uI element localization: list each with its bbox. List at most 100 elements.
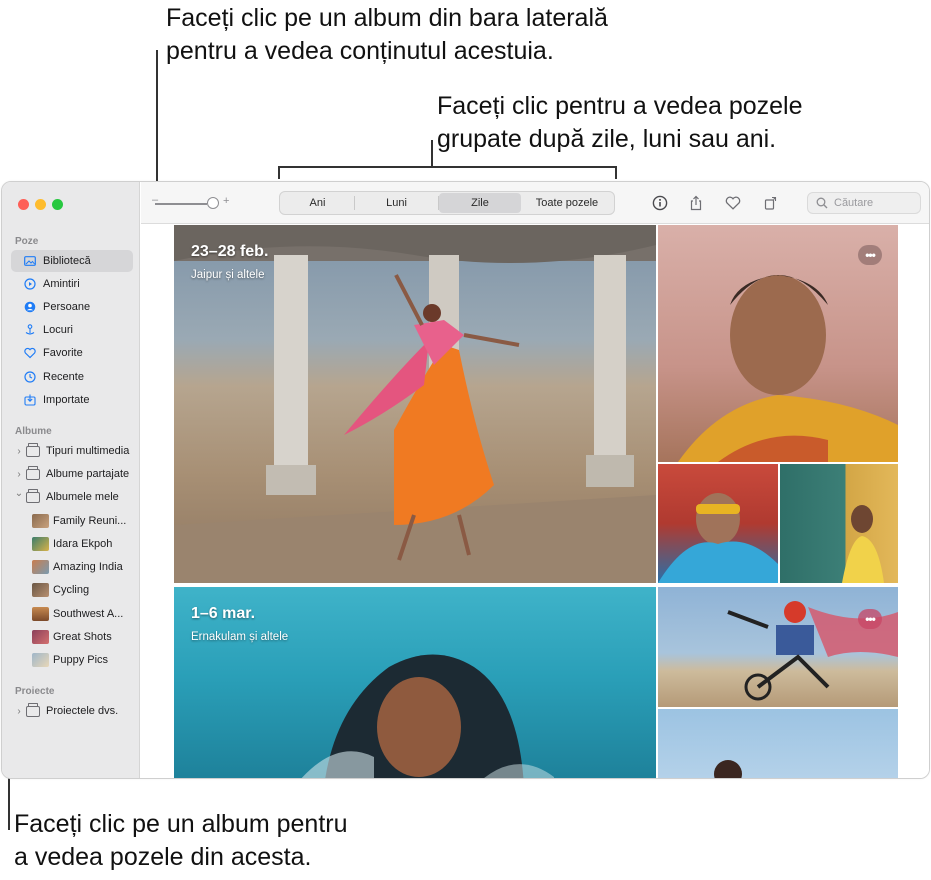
more-options-button[interactable]: ••• [858, 609, 882, 629]
group-place: Jaipur și altele [191, 269, 265, 281]
callout-album: Faceți clic pe un album pentru a vedea p… [14, 808, 348, 874]
leader-grouping-vertical [431, 140, 433, 167]
tab-all-photos[interactable]: Toate pozele [521, 193, 613, 213]
chevron-right-icon[interactable]: › [14, 446, 24, 457]
album-thumbnail [32, 560, 49, 574]
sidebar-item-people[interactable]: Persoane [11, 296, 133, 318]
folder-icon [26, 702, 40, 717]
people-icon [24, 301, 36, 313]
callout-sidebar: Faceți clic pe un album din bara lateral… [166, 2, 608, 68]
minimize-window-button[interactable] [35, 199, 46, 210]
sidebar-item-favorites[interactable]: Favorite [11, 342, 133, 364]
leader-grouping-left [278, 166, 280, 179]
sidebar-item-label: Proiectele dvs. [46, 705, 119, 717]
photo-woman-door[interactable] [780, 464, 898, 583]
photo-dancer[interactable]: 23–28 feb. Jaipur și altele [174, 225, 656, 583]
chevron-right-icon[interactable]: › [14, 469, 24, 480]
sidebar-item-label: Recente [43, 371, 84, 383]
search-icon [816, 197, 828, 209]
album-item-puppy-pics[interactable]: Puppy Pics [32, 650, 108, 670]
sidebar-item-label: Albumele mele [46, 491, 119, 503]
album-thumbnail [32, 583, 49, 597]
callout-grouping-line1: Faceți clic pentru a vedea pozele [437, 92, 803, 120]
zoom-window-button[interactable] [52, 199, 63, 210]
sidebar-item-label: Bibliotecă [43, 255, 91, 267]
zoom-slider-track[interactable] [155, 203, 207, 205]
sidebar-item-label: Amintiri [43, 278, 80, 290]
callout-sidebar-line1: Faceți clic pe un album din bara lateral… [166, 4, 608, 32]
album-thumbnail [32, 653, 49, 667]
sidebar-section-albums: Albume [15, 426, 52, 437]
album-item-label: Amazing India [53, 561, 123, 573]
sidebar-item-shared-albums[interactable]: › Albume partajate [11, 463, 133, 485]
memories-icon [24, 278, 36, 290]
folder-icon [26, 442, 40, 457]
album-item-label: Family Reuni... [53, 515, 127, 527]
shared-albums-icon [26, 465, 40, 480]
tab-days[interactable]: Zile [439, 193, 521, 213]
group-place: Ernakulam și altele [191, 631, 289, 643]
sidebar-item-media-types[interactable]: › Tipuri multimedia [11, 440, 133, 462]
sidebar-item-label: Tipuri multimedia [46, 445, 130, 457]
chevron-down-icon[interactable]: ⌄ [14, 488, 24, 499]
album-item-label: Southwest A... [53, 608, 124, 620]
sidebar-item-your-projects[interactable]: › Proiectele dvs. [11, 700, 133, 722]
rotate-icon[interactable] [762, 194, 780, 212]
album-item-southwest[interactable]: Southwest A... [32, 604, 123, 624]
sidebar-section-projects: Proiecte [15, 686, 55, 697]
share-icon[interactable] [687, 194, 705, 212]
album-item-label: Puppy Pics [53, 654, 109, 666]
chevron-right-icon[interactable]: › [14, 706, 24, 717]
sidebar-item-library[interactable]: Bibliotecă [11, 250, 133, 272]
album-item-amazing-india[interactable]: Amazing India [32, 557, 123, 577]
album-item-cycling[interactable]: Cycling [32, 580, 89, 600]
callout-album-line1: Faceți clic pe un album pentru [14, 810, 348, 838]
photos-window: Poze Bibliotecă Amintiri Persoane Locuri… [1, 181, 930, 779]
info-icon[interactable] [651, 194, 669, 212]
zoom-slider-knob[interactable] [207, 197, 219, 209]
sidebar-item-label: Persoane [43, 301, 91, 313]
toolbar: – + Ani Luni Zile Toate pozele Căutare [141, 182, 929, 224]
clock-icon [24, 371, 36, 383]
photo-beach[interactable] [658, 709, 898, 778]
sidebar-item-imports[interactable]: Importate [11, 389, 133, 411]
album-item-idara-ekpoh[interactable]: Idara Ekpoh [32, 534, 112, 554]
leader-grouping-bracket [278, 166, 616, 168]
album-item-family-reunion[interactable]: Family Reuni... [32, 511, 126, 531]
sidebar-item-label: Albume partajate [46, 468, 130, 480]
album-item-great-shots[interactable]: Great Shots [32, 627, 112, 647]
photo-man-sunglasses[interactable] [658, 464, 778, 583]
places-icon [24, 324, 36, 336]
photo-swimmer[interactable]: 1–6 mar. Ernakulam și altele [174, 587, 656, 778]
photo-cyclist[interactable]: ••• [658, 587, 898, 707]
album-thumbnail [32, 537, 49, 551]
library-icon [24, 255, 36, 267]
group-date: 1–6 mar. [191, 605, 256, 622]
more-options-button[interactable]: ••• [858, 245, 882, 265]
album-thumbnail [32, 514, 49, 528]
album-item-label: Idara Ekpoh [53, 538, 113, 550]
album-thumbnail [32, 607, 49, 621]
callout-grouping: Faceți clic pentru a vedea pozele grupat… [437, 90, 803, 156]
sidebar-item-label: Favorite [43, 347, 83, 359]
sidebar-item-my-albums[interactable]: ⌄ Albumele mele [11, 486, 133, 508]
sidebar-item-recents[interactable]: Recente [11, 366, 133, 388]
close-window-button[interactable] [18, 199, 29, 210]
group-date: 23–28 feb. [191, 243, 269, 260]
search-field[interactable]: Căutare [807, 192, 921, 214]
tab-months[interactable]: Luni [355, 193, 438, 213]
sidebar-item-label: Importate [43, 394, 90, 406]
photo-grid: 23–28 feb. Jaipur și altele ••• 1–6 mar.… [141, 225, 929, 778]
sidebar-item-memories[interactable]: Amintiri [11, 273, 133, 295]
tab-years[interactable]: Ani [281, 193, 354, 213]
sidebar-section-photos: Poze [15, 236, 39, 247]
callout-album-line2: a vedea pozele din acesta. [14, 843, 312, 871]
heart-icon[interactable] [724, 194, 742, 212]
photo-portrait-woman[interactable]: ••• [658, 225, 898, 462]
import-icon [24, 394, 36, 406]
album-item-label: Great Shots [53, 631, 112, 643]
callout-sidebar-line2: pentru a vedea conținutul acestuia. [166, 37, 554, 65]
zoom-in-icon[interactable]: + [223, 195, 229, 207]
callout-grouping-line2: grupate după zile, luni sau ani. [437, 125, 777, 153]
sidebar-item-places[interactable]: Locuri [11, 319, 133, 341]
